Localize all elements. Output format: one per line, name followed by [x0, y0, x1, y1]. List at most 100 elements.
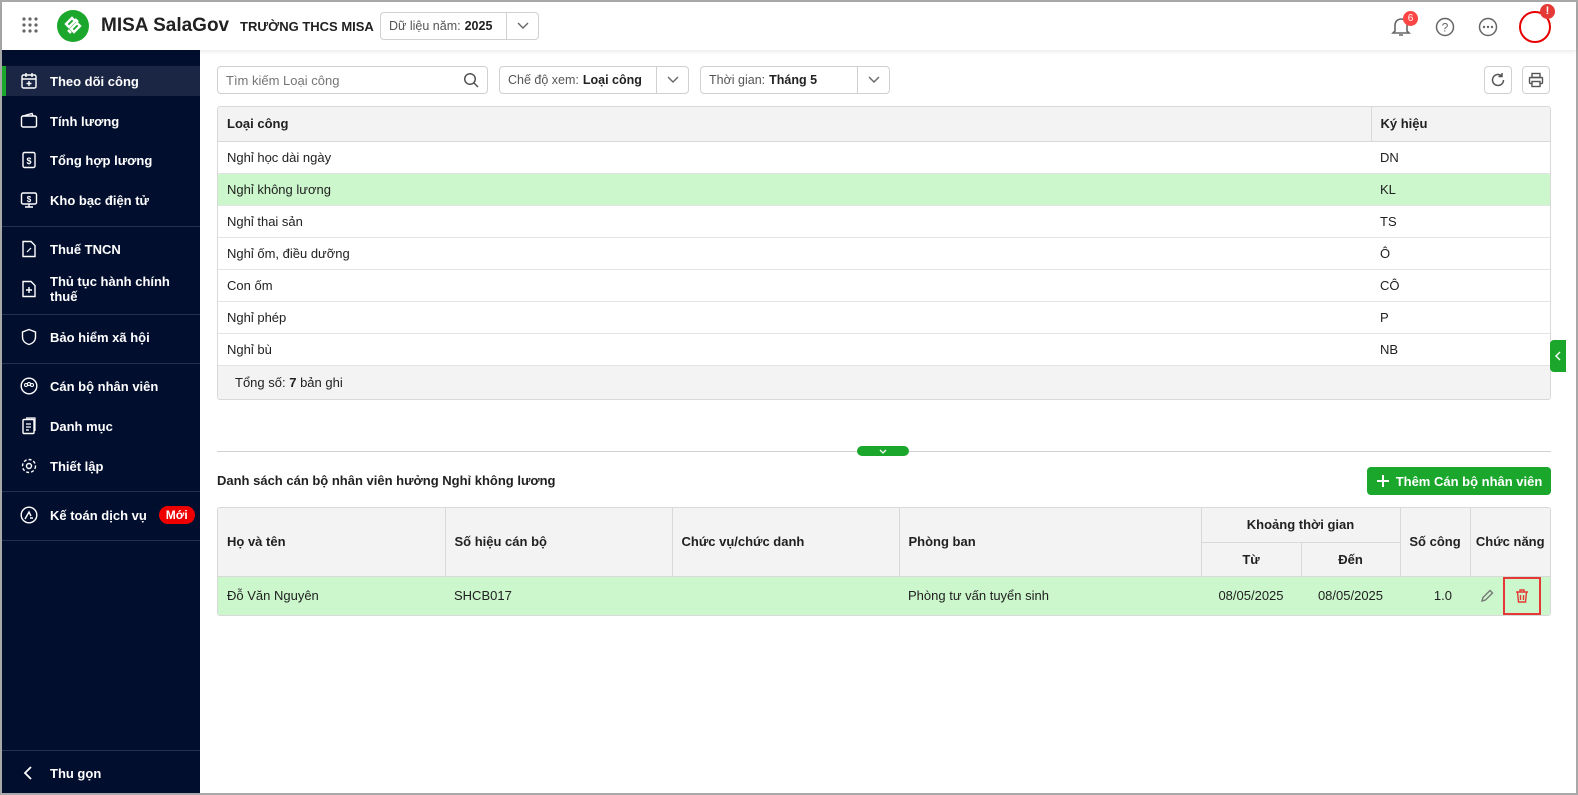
- doc-plus-icon: [22, 280, 36, 298]
- sidebar-item-theo-doi-cong[interactable]: Theo dõi công: [2, 66, 200, 96]
- svg-text:$: $: [27, 195, 32, 204]
- cell-name: Đỗ Văn Nguyên: [218, 576, 445, 615]
- delete-button[interactable]: [1503, 576, 1541, 615]
- search-input[interactable]: [226, 72, 446, 88]
- table-row[interactable]: Đỗ Văn Nguyên SHCB017 Phòng tư vấn tuyển…: [218, 576, 1550, 615]
- tax-doc-icon: [22, 240, 36, 258]
- calendar-icon: [21, 73, 37, 89]
- cell-department: Phòng tư vấn tuyển sinh: [899, 576, 1201, 615]
- cell-ky-hieu: DN: [1371, 141, 1550, 174]
- cell-loai-cong: Nghỉ thai sản: [218, 205, 1371, 238]
- sidebar-item-thu-tuc-thue[interactable]: Thủ tục hành chính thuế: [2, 274, 200, 304]
- sidebar-item-danh-muc[interactable]: Danh mục: [2, 411, 200, 441]
- table-row[interactable]: Nghỉ ốm, điều dưỡng Ô: [218, 237, 1550, 270]
- sidebar-item-ke-toan-dich-vu[interactable]: Kế toán dịch vụ Mới: [2, 500, 200, 530]
- footer-suffix: bản ghi: [300, 374, 343, 390]
- sidebar-item-can-bo[interactable]: Cán bộ nhân viên: [2, 371, 200, 401]
- sidebar-item-thiet-lap[interactable]: Thiết lập: [2, 451, 200, 481]
- refresh-button[interactable]: [1484, 66, 1512, 94]
- right-panel-toggle[interactable]: [1550, 340, 1566, 372]
- svg-text:?: ?: [1442, 21, 1449, 35]
- more-icon[interactable]: [1478, 17, 1498, 37]
- view-mode-select[interactable]: Chế độ xem: Loại công: [499, 66, 689, 94]
- help-icon[interactable]: ?: [1435, 17, 1455, 37]
- salary-doc-icon: $: [22, 151, 36, 169]
- column-header-period: Khoảng thời gian: [1201, 508, 1401, 543]
- table-row[interactable]: Nghỉ học dài ngày DN: [218, 141, 1550, 174]
- top-bar: MISA SalaGov TRƯỜNG THCS MISA Dữ liệu nă…: [2, 2, 1576, 50]
- cell-loai-cong: Nghỉ không lương: [218, 173, 1371, 206]
- column-header-department[interactable]: Phòng ban: [899, 508, 1202, 577]
- cell-code: SHCB017: [445, 576, 672, 615]
- new-badge: Mới: [158, 506, 195, 524]
- column-header-days[interactable]: Số công: [1400, 508, 1471, 577]
- cell-actions: [1470, 576, 1550, 615]
- table-row[interactable]: Con ốm CÔ: [218, 269, 1550, 302]
- year-label: Dữ liệu năm:: [389, 19, 461, 33]
- sidebar-item-bao-hiem[interactable]: Bảo hiểm xã hội: [2, 322, 200, 352]
- table-footer: Tổng số: 7 bản ghi: [218, 365, 1550, 399]
- sidebar-item-label: Theo dõi công: [50, 73, 139, 89]
- cell-from: 08/05/2025: [1201, 576, 1301, 615]
- cell-loai-cong: Nghỉ ốm, điều dưỡng: [218, 237, 1371, 270]
- year-select[interactable]: Dữ liệu năm: 2025: [380, 12, 539, 40]
- sidebar-item-label: Danh mục: [50, 418, 113, 434]
- table-row[interactable]: Nghỉ phép P: [218, 301, 1550, 334]
- search-box[interactable]: [217, 66, 488, 94]
- table-row[interactable]: Nghỉ thai sản TS: [218, 205, 1550, 238]
- chevron-down-icon: [506, 13, 538, 39]
- column-header-name[interactable]: Họ và tên: [218, 508, 446, 577]
- people-icon: [20, 377, 38, 395]
- add-staff-button[interactable]: Thêm Cán bộ nhân viên: [1367, 467, 1551, 495]
- cell-ky-hieu: Ô: [1371, 237, 1550, 270]
- footer-prefix: Tổng số:: [235, 374, 286, 390]
- sidebar-item-tong-hop-luong[interactable]: $ Tổng hợp lương: [2, 145, 200, 175]
- splitter-handle[interactable]: [857, 446, 909, 456]
- cell-to: 08/05/2025: [1301, 576, 1400, 615]
- sidebar-item-label: Thiết lập: [50, 458, 104, 474]
- wallet-icon: [20, 112, 38, 128]
- collapse-label: Thu gọn: [50, 765, 102, 781]
- sidebar-item-label: Tổng hợp lương: [50, 152, 153, 168]
- column-header-to[interactable]: Đến: [1301, 542, 1401, 577]
- column-header-from[interactable]: Từ: [1201, 542, 1302, 577]
- edit-icon[interactable]: [1479, 588, 1495, 604]
- staff-table: Họ và tên Số hiệu cán bộ Chức vụ/chức da…: [217, 507, 1551, 616]
- sidebar-item-thue-tncn[interactable]: Thuế TNCN: [2, 234, 200, 264]
- sidebar-item-label: Kế toán dịch vụ: [50, 507, 147, 523]
- avatar-alert-badge: !: [1540, 4, 1555, 19]
- app-name: MISA SalaGov: [101, 15, 230, 36]
- view-mode-label: Chế độ xem:: [508, 73, 579, 87]
- print-button[interactable]: [1522, 66, 1550, 94]
- shield-heart-icon: [21, 328, 37, 346]
- sidebar-item-kho-bac[interactable]: $ Kho bạc điện tử: [2, 185, 200, 215]
- chevron-left-icon: [1555, 351, 1561, 361]
- print-icon: [1528, 72, 1544, 88]
- monitor-money-icon: $: [20, 192, 38, 208]
- column-header-position[interactable]: Chức vụ/chức danh: [672, 508, 900, 577]
- notification-button[interactable]: 6: [1390, 11, 1418, 40]
- accounting-icon: [20, 506, 38, 524]
- list-icon: [22, 417, 36, 435]
- time-select[interactable]: Thời gian: Tháng 5: [700, 66, 890, 94]
- school-name: TRƯỜNG THCS MISA: [240, 19, 374, 34]
- column-header-ky-hieu[interactable]: Ký hiệu: [1370, 107, 1550, 142]
- table-row[interactable]: Nghỉ không lương KL: [218, 173, 1550, 206]
- table-row[interactable]: Nghỉ bù NB: [218, 333, 1550, 366]
- chevron-down-icon: [879, 449, 887, 454]
- chevron-down-icon: [656, 67, 688, 93]
- trash-icon: [1516, 588, 1528, 603]
- cell-ky-hieu: CÔ: [1371, 269, 1550, 302]
- sidebar: Theo dõi công Tính lương $ Tổng hợp lương…: [2, 50, 200, 793]
- column-header-loai-cong[interactable]: Loại công: [218, 107, 1371, 142]
- column-header-code[interactable]: Số hiệu cán bộ: [445, 508, 673, 577]
- cell-loai-cong: Nghỉ phép: [218, 301, 1371, 334]
- collapse-sidebar-button[interactable]: Thu gọn: [2, 758, 200, 788]
- sidebar-item-label: Bảo hiểm xã hội: [50, 329, 150, 345]
- app-grid-icon[interactable]: [22, 17, 38, 33]
- search-icon[interactable]: [463, 72, 479, 88]
- column-header-actions: Chức năng: [1470, 508, 1550, 577]
- sidebar-item-label: Thuế TNCN: [50, 241, 121, 257]
- cell-ky-hieu: TS: [1371, 205, 1550, 238]
- sidebar-item-tinh-luong[interactable]: Tính lương: [2, 106, 200, 136]
